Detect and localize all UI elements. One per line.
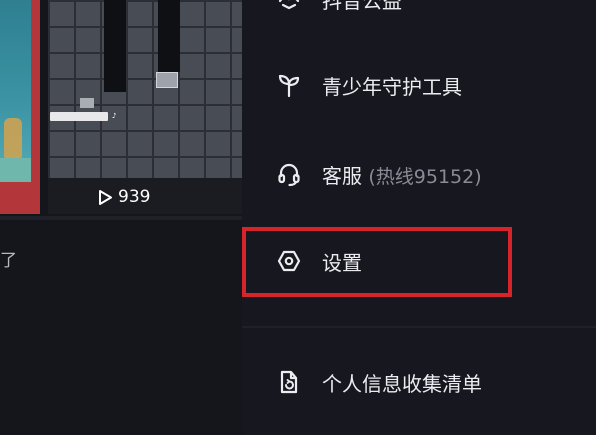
- video-caption: 了: [0, 251, 17, 271]
- headset-icon: [276, 161, 302, 187]
- menu-item-label: 设置: [322, 250, 362, 275]
- side-drawer-menu: 抖音公益 青少年守护工具 客服 (热线95152) 设置 个人信息收集清单: [242, 0, 596, 435]
- menu-item-customer-service[interactable]: 客服 (热线95152): [242, 149, 596, 199]
- game-block: [80, 98, 94, 108]
- menu-item-personal-info-list[interactable]: 个人信息收集清单: [242, 357, 596, 407]
- menu-item-label: 客服 (热线95152): [322, 160, 482, 189]
- video-thumbnail-left[interactable]: [0, 0, 40, 214]
- play-icon: [99, 189, 112, 205]
- play-count-value: 939: [118, 187, 151, 207]
- charity-icon: [276, 0, 302, 12]
- douyin-logo-icon: ♪: [112, 112, 117, 120]
- menu-item-settings[interactable]: 设置: [242, 236, 596, 286]
- sprout-icon: [276, 72, 302, 98]
- play-count: 939: [98, 184, 150, 210]
- customer-service-hotline: (热线95152): [368, 165, 482, 188]
- video-thumbnail-game[interactable]: ♪ 939: [48, 0, 242, 214]
- menu-item-label: 青少年守护工具: [322, 74, 462, 99]
- thumbnail-ground: [0, 158, 31, 182]
- game-wall: [104, 0, 126, 92]
- menu-item-label: 抖音公益: [322, 0, 402, 13]
- screen: ♪ 939 了 抖音公益 青少年守护工具 客服 (热线95152) 设置 个人信…: [0, 0, 596, 435]
- hexagon-settings-icon: [276, 248, 302, 274]
- game-wall: [158, 0, 180, 72]
- menu-item-youth-protection[interactable]: 青少年守护工具: [242, 60, 596, 110]
- menu-section-divider: [242, 326, 596, 328]
- customer-service-title: 客服: [322, 163, 362, 188]
- document-refresh-icon: [276, 369, 302, 395]
- menu-item-label: 个人信息收集清单: [322, 371, 482, 396]
- feed-divider: [0, 216, 242, 220]
- thumbnail-figure: [4, 118, 22, 158]
- game-grid: ♪: [48, 0, 242, 178]
- game-search-bar: [50, 112, 108, 121]
- game-block: [156, 72, 178, 88]
- menu-item-charity[interactable]: 抖音公益: [242, 0, 596, 24]
- video-feed: ♪ 939 了: [0, 0, 242, 435]
